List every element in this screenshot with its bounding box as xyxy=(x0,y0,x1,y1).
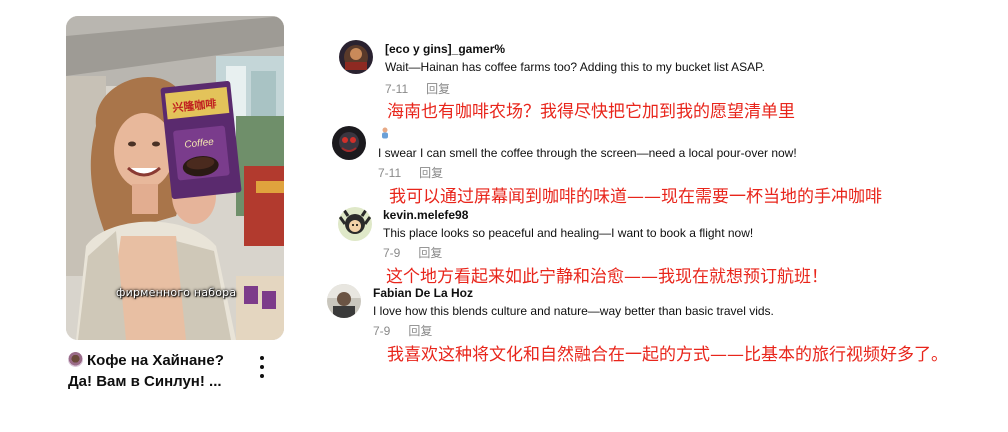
reply-button[interactable]: 回复 xyxy=(418,246,442,260)
avatar[interactable] xyxy=(339,40,373,74)
avatar[interactable] xyxy=(338,207,372,241)
video-title[interactable]: Кофе на Хайнане? Да! Вам в Синлун! ... xyxy=(68,350,248,392)
comment-date: 7-11 xyxy=(378,166,402,180)
comment-text: I love how this blends culture and natur… xyxy=(373,304,774,318)
comment-text: This place looks so peaceful and healing… xyxy=(383,226,754,240)
comment-date: 7-9 xyxy=(373,324,391,338)
comment-date: 7-11 xyxy=(385,82,409,96)
comment-meta: 7-9 回复 xyxy=(373,322,432,339)
comment-translation: 我可以通过屏幕闻到咖啡的味道——现在需要一杯当地的手冲咖啡 xyxy=(389,187,882,207)
comment-text: I swear I can smell the coffee through t… xyxy=(378,146,797,160)
comment-translation: 海南也有咖啡农场？我得尽快把它加到我的愿望清单里 xyxy=(387,102,795,122)
reply-button[interactable]: 回复 xyxy=(419,166,443,180)
comment-username[interactable]: Fabian De La Hoz xyxy=(373,286,473,300)
coffee-cup-emoji-icon xyxy=(68,352,83,367)
reply-button[interactable]: 回复 xyxy=(408,324,432,338)
avatar[interactable] xyxy=(332,126,366,160)
comment-translation: 这个地方看起来如此宁静和治愈——我现在就想预订航班！ xyxy=(386,267,828,287)
comment-meta: 7-11 回复 xyxy=(385,80,450,97)
kebab-menu-icon[interactable] xyxy=(254,356,270,378)
video-title-line2: Да! Вам в Синлун! ... xyxy=(68,373,222,390)
video-title-line1: Кофе на Хайнане? xyxy=(87,352,224,369)
video-card[interactable]: 兴隆咖啡 Coffee фирменного набора Кофе на Ха… xyxy=(66,16,286,416)
comment-username[interactable]: [eco y gins]_gamer% xyxy=(385,42,505,56)
person-emoji-icon xyxy=(382,127,388,139)
comment-date: 7-9 xyxy=(383,246,401,260)
comment-meta: 7-9 回复 xyxy=(383,244,442,261)
video-thumbnail[interactable]: 兴隆咖啡 Coffee фирменного набора xyxy=(66,16,284,340)
comment-username[interactable]: kevin.melefe98 xyxy=(383,208,468,222)
avatar[interactable] xyxy=(327,284,361,318)
reply-button[interactable]: 回复 xyxy=(426,82,450,96)
comment-translation: 我喜欢这种将文化和自然融合在一起的方式——比基本的旅行视频好多了。 xyxy=(387,345,948,365)
comment-meta: 7-11 回复 xyxy=(378,164,443,181)
video-overlay-caption: фирменного набора xyxy=(116,286,237,299)
comment-text: Wait—Hainan has coffee farms too? Adding… xyxy=(385,60,765,74)
